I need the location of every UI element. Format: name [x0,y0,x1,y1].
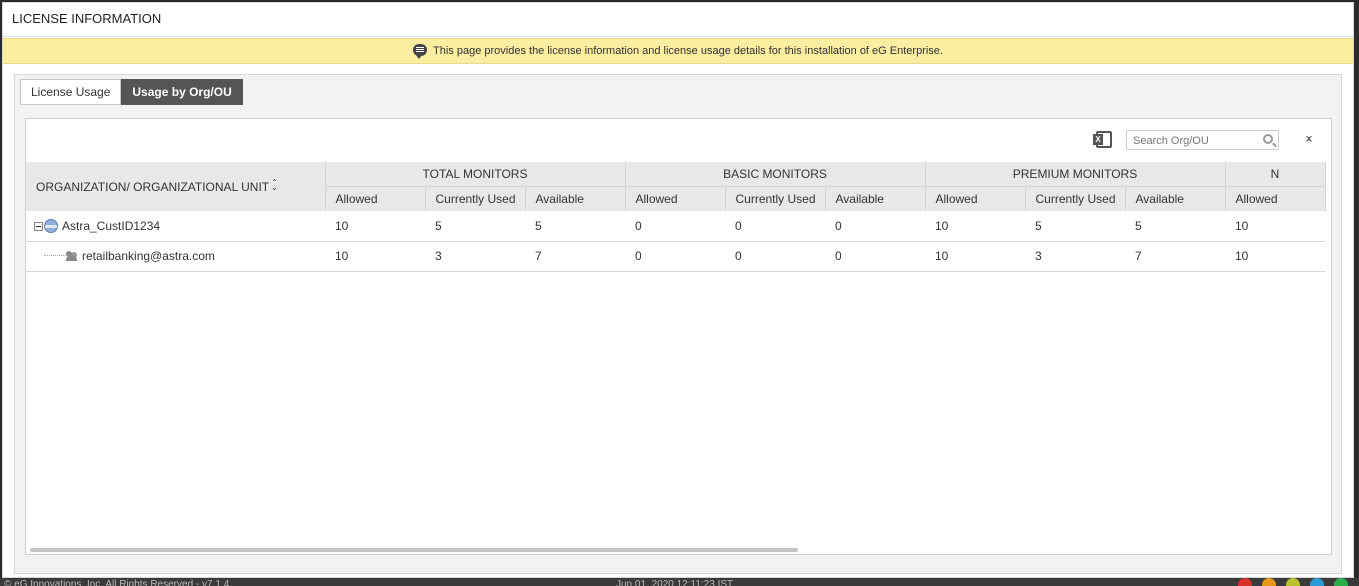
collapse-expand-icon[interactable]: ⌄ ⌃ [1302,128,1316,150]
value-cell: 0 [725,211,825,242]
license-panel: License Usage Usage by Org/OU ⌄⌃ ORG [14,74,1342,574]
comment-icon [413,44,428,59]
col-header-currently-used[interactable]: Currently Used [725,186,826,211]
status-dot-normal[interactable] [1334,578,1348,586]
value-cell: 0 [725,241,825,272]
value-cell: 0 [825,241,925,272]
status-dot-minor[interactable] [1286,578,1300,586]
copyright-text: © eG Innovations, Inc. All Rights Reserv… [4,579,230,586]
tree-connector [44,255,66,256]
ou-name: retailbanking@astra.com [82,249,215,263]
value-cell: 5 [425,211,525,242]
value-cell: 10 [1225,241,1325,272]
col-header-allowed[interactable]: Allowed [1225,186,1326,211]
license-window: LICENSE INFORMATION This page provides t… [2,2,1354,578]
org-column-header[interactable]: ORGANIZATION/ ORGANIZATIONAL UNIT ⌃ ⌄ [26,162,326,211]
org-cell[interactable]: retailbanking@astra.com [26,241,325,272]
usage-table: ORGANIZATION/ ORGANIZATIONAL UNIT ⌃ ⌄ TOTA… [26,162,1326,272]
col-header-allowed[interactable]: Allowed [625,186,726,211]
value-cell: 5 [1025,211,1125,242]
value-cell: 3 [1025,241,1125,272]
value-cell: 7 [525,241,625,272]
tree-collapse-icon[interactable] [34,221,43,231]
org-cell[interactable]: Astra_CustID1234 [26,211,325,242]
info-message: This page provides the license informati… [433,45,943,57]
search-input[interactable] [1127,132,1257,150]
users-icon [66,251,78,261]
status-dot-major[interactable] [1262,578,1276,586]
tab-bar: License Usage Usage by Org/OU [20,79,243,105]
group-header-total: TOTAL MONITORS [325,162,626,187]
value-cell: 10 [925,241,1025,272]
col-header-available[interactable]: Available [1125,186,1226,211]
col-header-currently-used[interactable]: Currently Used [425,186,526,211]
group-header-next: N [1225,162,1326,187]
value-cell: 10 [925,211,1025,242]
value-cell: 5 [1125,211,1225,242]
search-box [1126,130,1279,150]
value-cell: 7 [1125,241,1225,272]
group-header-premium: PREMIUM MONITORS [925,162,1226,187]
value-cell: 3 [425,241,525,272]
col-header-currently-used[interactable]: Currently Used [1025,186,1126,211]
tab-license-usage[interactable]: License Usage [20,79,122,105]
col-header-allowed[interactable]: Allowed [325,186,426,211]
globe-icon [44,218,58,233]
footer-datetime: Jun 01, 2020 12:11:23 IST [616,579,734,586]
sort-icon[interactable]: ⌃ ⌄ [271,178,278,191]
col-header-allowed[interactable]: Allowed [925,186,1026,211]
value-cell: 10 [1225,211,1325,242]
usage-grid-panel: ⌄⌃ ORGANIZATION/ ORGANIZATIONAL UNIT⌃⌄ T… [25,118,1332,555]
status-dot-critical[interactable] [1238,578,1252,586]
page-title: LICENSE INFORMATION [3,3,1353,37]
tab-usage-by-org[interactable]: Usage by Org/OU [121,79,243,105]
excel-export-icon[interactable] [1093,131,1112,148]
group-header-basic: BASIC MONITORS [625,162,926,187]
value-cell: 0 [825,211,925,242]
col-header-available[interactable]: Available [525,186,626,211]
table-row[interactable]: Astra_CustID1234 10 5 5 0 0 0 10 5 5 10 [26,211,1325,242]
value-cell: 0 [625,211,725,242]
search-icon[interactable] [1263,134,1273,144]
value-cell: 10 [325,211,425,242]
horizontal-scrollbar[interactable] [30,548,798,552]
table-row[interactable]: retailbanking@astra.com 10 3 7 0 0 0 10 … [26,241,1325,272]
info-banner: This page provides the license informati… [3,38,1353,64]
footer-bar: © eG Innovations, Inc. All Rights Reserv… [0,578,1359,586]
value-cell: 5 [525,211,625,242]
col-header-available[interactable]: Available [825,186,926,211]
org-name: Astra_CustID1234 [62,218,161,233]
value-cell: 10 [325,241,425,272]
value-cell: 0 [625,241,725,272]
status-dot-info[interactable] [1310,578,1324,586]
